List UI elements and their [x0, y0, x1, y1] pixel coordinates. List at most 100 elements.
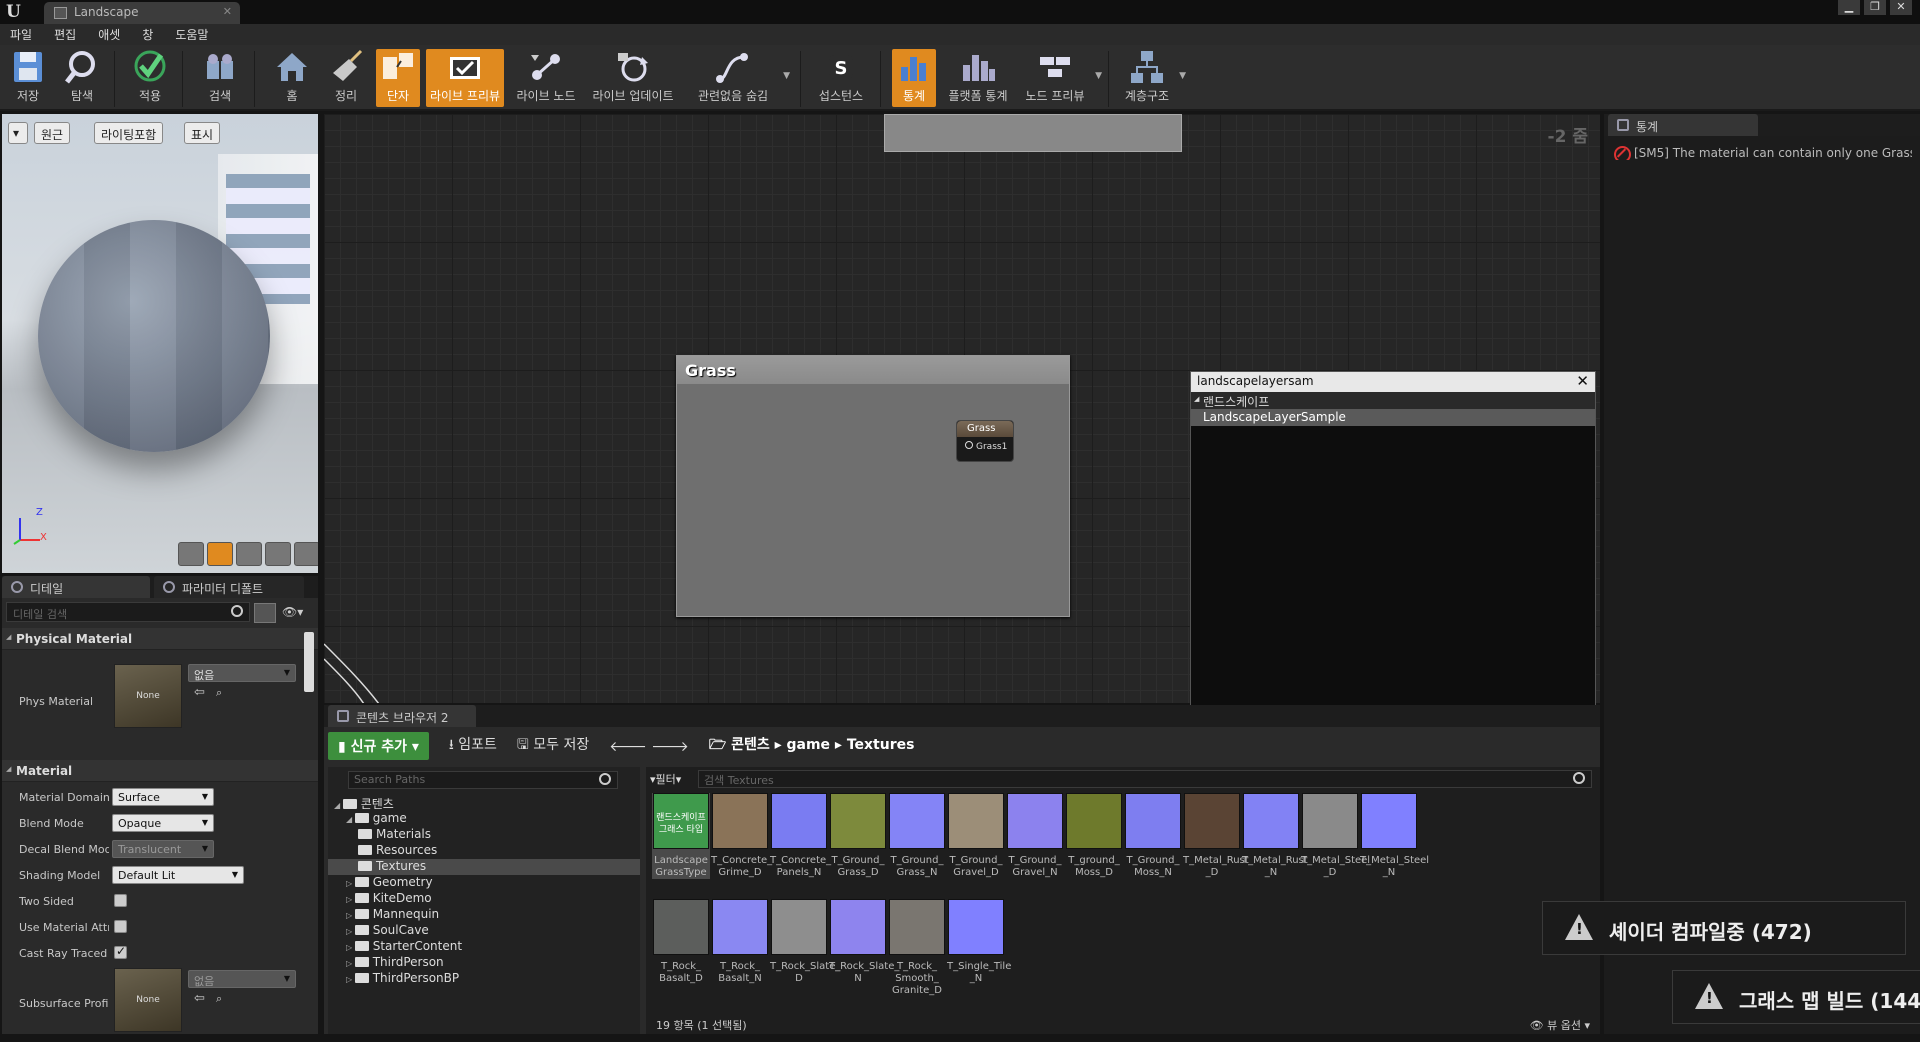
apply-button[interactable]: 적용	[128, 49, 172, 107]
breadcrumb-textures[interactable]: Textures	[847, 737, 915, 753]
tree-item[interactable]: ▷ StarterContent	[328, 939, 640, 955]
breadcrumb-content[interactable]: 콘텐츠	[731, 737, 770, 753]
tree-item[interactable]: Textures	[328, 859, 640, 875]
tab-content-browser[interactable]: 콘텐츠 브라우저 2	[328, 705, 476, 727]
cube-preview-button[interactable]	[265, 542, 291, 566]
details-scrollbar[interactable]	[304, 632, 314, 692]
lit-button[interactable]: 라이팅포함	[94, 122, 164, 144]
grid-view-icon[interactable]	[254, 603, 276, 623]
menu-file[interactable]: 파일	[10, 26, 32, 43]
asset-tile[interactable]: T_Ground_ Grass_N	[888, 793, 946, 879]
browse-icon[interactable]: ⌕	[216, 686, 222, 700]
perspective-button[interactable]: 원근	[34, 122, 71, 144]
expand-arrow-icon[interactable]: ◢	[346, 815, 355, 824]
asset-tile[interactable]: T_ground_ Moss_D	[1065, 793, 1123, 879]
expand-arrow-icon[interactable]: ▷	[346, 895, 355, 904]
unreal-logo-icon[interactable]: U	[6, 2, 26, 22]
node-result-item[interactable]: LandscapeLayerSample	[1191, 409, 1595, 426]
details-search-input[interactable]: 디테일 검색	[6, 602, 250, 622]
cast-ray-traced-shadows-checkbox[interactable]	[114, 944, 127, 959]
browse-icon[interactable]: ⌕	[216, 992, 222, 1006]
add-new-button[interactable]: ▮ 신규 추가 ▾	[328, 732, 429, 760]
asset-tile[interactable]: T_Rock_Slate_ N	[829, 899, 899, 985]
tree-item[interactable]: ◢ 콘텐츠	[328, 795, 640, 811]
minimize-button[interactable]: ▁	[1838, 0, 1860, 15]
platform-stats-button[interactable]: 플랫폼 통계	[946, 49, 1010, 107]
chevron-down-icon[interactable]: ▼	[1095, 71, 1102, 81]
node-preview-button[interactable]: 노드 프리뷰 ▼	[1020, 49, 1102, 107]
tab-details[interactable]: 디테일	[2, 576, 150, 598]
search-paths-input[interactable]: Search Paths	[348, 771, 618, 789]
blend-mode-select[interactable]: Opaque	[112, 814, 214, 832]
asset-tile[interactable]: T_Rock_ Basalt_N	[711, 899, 769, 985]
menu-help[interactable]: 도움말	[175, 26, 208, 43]
asset-tile[interactable]: T_Rock_Slate_ D	[770, 899, 840, 985]
asset-tile[interactable]: T_Concrete_ Grime_D	[711, 793, 772, 879]
menu-edit[interactable]: 편집	[54, 26, 76, 43]
tree-item[interactable]: ▷ Mannequin	[328, 907, 640, 923]
filter-button[interactable]: ▾필터▾	[650, 771, 681, 787]
asset-tile[interactable]: T_Metal_Rust _D	[1183, 793, 1249, 879]
tree-item[interactable]: ◢ game	[328, 811, 640, 827]
section-physical-material[interactable]: Physical Material	[2, 628, 318, 650]
asset-tile[interactable]: T_Single_Tile _N	[947, 899, 1011, 985]
hide-unrelated-button[interactable]: 관련없음 숨김 ▼	[688, 49, 790, 107]
asset-tile[interactable]: T_Ground_ Grass_D	[829, 793, 887, 879]
tree-item[interactable]: ▷ SoulCave	[328, 923, 640, 939]
substance-button[interactable]: S 섭스턴스	[812, 49, 870, 107]
preview-viewport[interactable]: ▾ 원근 라이팅포함 표시 Z X	[2, 114, 318, 573]
home-button[interactable]: 홈	[270, 49, 314, 107]
show-button[interactable]: 표시	[184, 122, 221, 144]
stats-button[interactable]: 통계	[892, 49, 936, 107]
tree-item[interactable]: ▷ ThirdPerson	[328, 955, 640, 971]
close-button[interactable]: ✕	[1890, 0, 1912, 15]
shading-model-select[interactable]: Default Lit	[112, 866, 244, 884]
menu-window[interactable]: 창	[142, 26, 153, 43]
plane-preview-button[interactable]	[236, 542, 262, 566]
subsurface-profile-thumbnail[interactable]: None	[114, 968, 182, 1032]
eye-icon[interactable]: 👁▾	[282, 605, 303, 619]
expand-arrow-icon[interactable]: ▷	[346, 959, 355, 968]
chevron-down-icon[interactable]: ▼	[1179, 71, 1186, 81]
expand-arrow-icon[interactable]: ▷	[346, 943, 355, 952]
decal-blend-mode-select[interactable]: Translucent	[112, 840, 214, 858]
expand-arrow-icon[interactable]: ▷	[346, 975, 355, 984]
live-preview-button[interactable]: 라이브 프리뷰	[426, 49, 504, 107]
import-button[interactable]: ⭳ 임포트	[449, 734, 497, 758]
cylinder-preview-button[interactable]	[178, 542, 204, 566]
expand-arrow-icon[interactable]: ▷	[346, 879, 355, 888]
chevron-down-icon[interactable]: ▼	[783, 71, 790, 81]
live-update-button[interactable]: 라이브 업데이트	[588, 49, 678, 107]
asset-tile[interactable]: T_Metal_Steel _N	[1360, 793, 1429, 879]
comment-box-grass[interactable]: Grass	[676, 355, 1070, 617]
tab-parameter-defaults[interactable]: 파라미터 디폴트	[154, 576, 304, 598]
viewport-options-button[interactable]: ▾	[8, 122, 28, 144]
history-back-button[interactable]: 🡐 🡒	[609, 738, 689, 755]
save-all-button[interactable]: 🖫 모두 저장	[517, 734, 589, 758]
breadcrumb-game[interactable]: game	[786, 737, 830, 753]
browse-button[interactable]: 탐색	[60, 49, 104, 107]
tree-item[interactable]: ▷ KiteDemo	[328, 891, 640, 907]
subsurface-profile-select[interactable]: 없음	[188, 970, 296, 988]
material-domain-select[interactable]: Surface	[112, 788, 214, 806]
editor-tab[interactable]: Landscape ✕	[44, 2, 240, 24]
view-options-button[interactable]: 👁 뷰 옵션 ▾	[1530, 1017, 1590, 1033]
clear-search-icon[interactable]: ✕	[1576, 372, 1589, 390]
phys-material-thumbnail[interactable]: None	[114, 664, 182, 728]
asset-tile[interactable]: T_Metal_Rust _N	[1242, 793, 1308, 879]
use-material-attributes-checkbox[interactable]	[114, 920, 127, 933]
expand-arrow-icon[interactable]: ◢	[334, 801, 343, 810]
asset-tile[interactable]: T_Rock_ Smooth_ Granite_D	[888, 899, 946, 997]
expand-arrow-icon[interactable]: ▷	[346, 911, 355, 920]
tree-item[interactable]: Materials	[328, 827, 640, 843]
comment-box-top[interactable]	[884, 114, 1182, 152]
comment-title[interactable]: Grass	[677, 356, 1069, 384]
cleanup-button[interactable]: 정리	[324, 49, 368, 107]
connectors-button[interactable]: 단자	[376, 49, 420, 107]
use-selected-icon[interactable]: ⇦	[194, 991, 205, 1006]
tree-item[interactable]: ▷ ThirdPersonBP	[328, 971, 640, 987]
grass-node-pin[interactable]: Grass1	[957, 437, 1013, 452]
save-button[interactable]: 저장	[6, 49, 50, 107]
asset-tile[interactable]: 랜드스케이프 그래스 타입 Landscape GrassType	[652, 793, 710, 879]
tab-stats[interactable]: 통계	[1608, 114, 1758, 136]
